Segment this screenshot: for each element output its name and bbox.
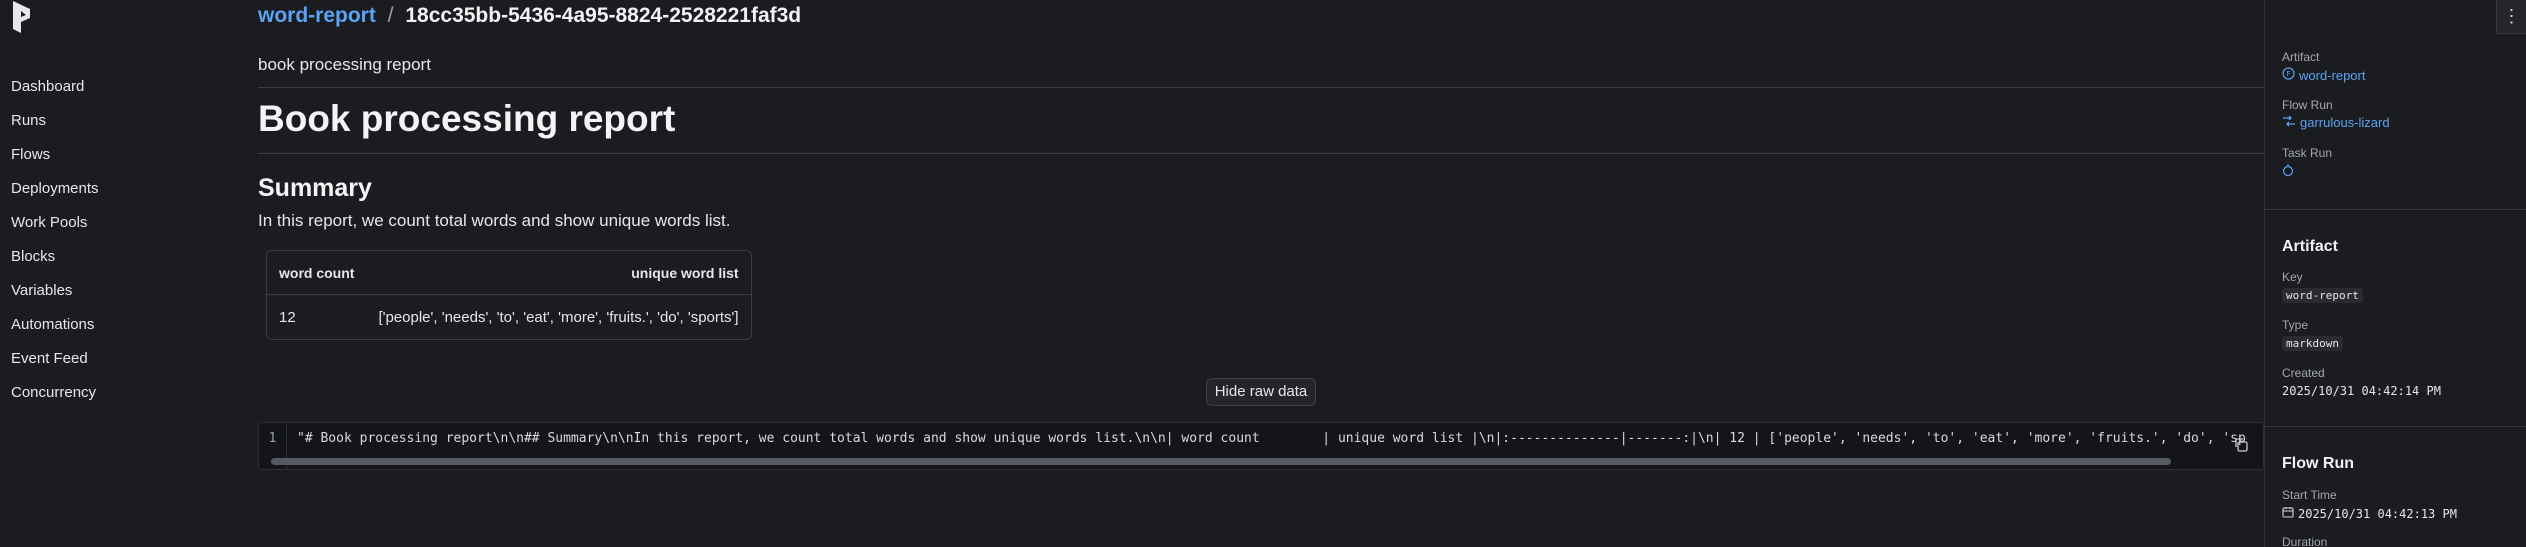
- main-content: book processing report Book processing r…: [258, 44, 2264, 470]
- breadcrumb-separator: /: [387, 4, 394, 27]
- type-value: markdown: [2282, 336, 2343, 351]
- flow-run-label: Flow Run: [2282, 98, 2333, 112]
- artifact-description: book processing report: [258, 44, 2264, 88]
- calendar-icon: [2282, 506, 2294, 521]
- task-run-icon: [2282, 163, 2294, 180]
- duration-label: Duration: [2282, 535, 2328, 547]
- code-horizontal-scrollbar[interactable]: [271, 458, 2241, 465]
- prefect-logo-icon[interactable]: [8, 0, 38, 36]
- flow-run-link-group: Flow Run garrulous-lizard: [2282, 98, 2390, 130]
- sidebar-item-automations[interactable]: Automations: [0, 308, 240, 342]
- flow-run-section-title: Flow Run: [2282, 455, 2354, 472]
- table-header-row: word count unique word list: [267, 251, 751, 295]
- raw-code-block[interactable]: 1 "# Book processing report\n\n## Summar…: [258, 422, 2264, 470]
- flow-run-link[interactable]: garrulous-lizard: [2282, 115, 2390, 130]
- start-time-label: Start Time: [2282, 488, 2337, 502]
- table-header-unique-word-list: unique word list: [366, 251, 751, 295]
- artifact-link-text[interactable]: word-report: [2299, 68, 2365, 83]
- artifact-label: Artifact: [2282, 50, 2320, 64]
- artifact-icon: F: [2282, 67, 2295, 83]
- table-row: 12 ['people', 'needs', 'to', 'eat', 'mor…: [267, 295, 751, 339]
- start-time-value: 2025/10/31 04:42:13 PM: [2298, 506, 2457, 521]
- sidebar: Dashboard Runs Flows Deployments Work Po…: [0, 0, 240, 547]
- task-run-link[interactable]: [2282, 163, 2332, 180]
- task-run-label: Task Run: [2282, 146, 2333, 160]
- table-header-word-count: word count: [267, 251, 367, 295]
- start-time-group: Start Time 2025/10/31 04:42:13 PM: [2282, 488, 2457, 521]
- table-cell-unique-word-list: ['people', 'needs', 'to', 'eat', 'more',…: [378, 308, 739, 326]
- sidebar-item-dashboard[interactable]: Dashboard: [0, 70, 240, 104]
- app-root: Dashboard Runs Flows Deployments Work Po…: [0, 0, 2526, 547]
- artifact-link-group: Artifact F word-report: [2282, 50, 2365, 83]
- flow-run-link-text[interactable]: garrulous-lizard: [2300, 115, 2390, 130]
- svg-text:F: F: [2286, 70, 2290, 78]
- task-run-link-group: Task Run: [2282, 146, 2332, 180]
- summary-heading: Summary: [258, 174, 372, 202]
- sidebar-nav: Dashboard Runs Flows Deployments Work Po…: [0, 70, 240, 410]
- code-scrollbar-thumb[interactable]: [271, 458, 2171, 465]
- raw-data-toggle-wrap: Hide raw data: [258, 378, 2264, 406]
- copy-icon[interactable]: [2233, 437, 2249, 453]
- report-heading: Book processing report: [258, 88, 2264, 154]
- sidebar-item-flows[interactable]: Flows: [0, 138, 240, 172]
- summary-paragraph: In this report, we count total words and…: [258, 211, 731, 230]
- sidebar-item-blocks[interactable]: Blocks: [0, 240, 240, 274]
- key-group: Key word-report: [2282, 270, 2363, 304]
- details-divider-2: [2265, 426, 2526, 427]
- sidebar-item-work-pools[interactable]: Work Pools: [0, 206, 240, 240]
- created-value: 2025/10/31 04:42:14 PM: [2282, 384, 2441, 398]
- sidebar-item-variables[interactable]: Variables: [0, 274, 240, 308]
- hide-raw-data-button[interactable]: Hide raw data: [1205, 378, 1317, 406]
- start-time-row: 2025/10/31 04:42:13 PM: [2282, 506, 2457, 521]
- breadcrumb: word-report / 18cc35bb-5436-4a95-8824-25…: [258, 4, 801, 32]
- table-cell-word-count: 12: [279, 308, 296, 326]
- key-label: Key: [2282, 270, 2303, 284]
- summary-table: word count unique word list 12 ['people'…: [266, 250, 752, 340]
- artifact-link[interactable]: F word-report: [2282, 67, 2365, 83]
- breadcrumb-artifact-link[interactable]: word-report: [258, 4, 376, 27]
- flow-run-icon: [2282, 115, 2296, 130]
- sidebar-item-event-feed[interactable]: Event Feed: [0, 342, 240, 376]
- type-group: Type markdown: [2282, 318, 2343, 352]
- details-panel: Artifact F word-report Flow Run garrulou…: [2264, 0, 2526, 547]
- sidebar-item-concurrency[interactable]: Concurrency: [0, 376, 240, 410]
- breadcrumb-current: 18cc35bb-5436-4a95-8824-2528221faf3d: [405, 4, 802, 27]
- created-group: Created 2025/10/31 04:42:14 PM: [2282, 366, 2441, 398]
- sidebar-item-runs[interactable]: Runs: [0, 104, 240, 138]
- created-label: Created: [2282, 366, 2325, 380]
- key-value: word-report: [2282, 288, 2363, 303]
- code-line: "# Book processing report\n\n## Summary\…: [297, 431, 2247, 446]
- type-label: Type: [2282, 318, 2309, 332]
- sidebar-item-deployments[interactable]: Deployments: [0, 172, 240, 206]
- details-divider: [2265, 209, 2526, 210]
- artifact-section-title: Artifact: [2282, 238, 2339, 255]
